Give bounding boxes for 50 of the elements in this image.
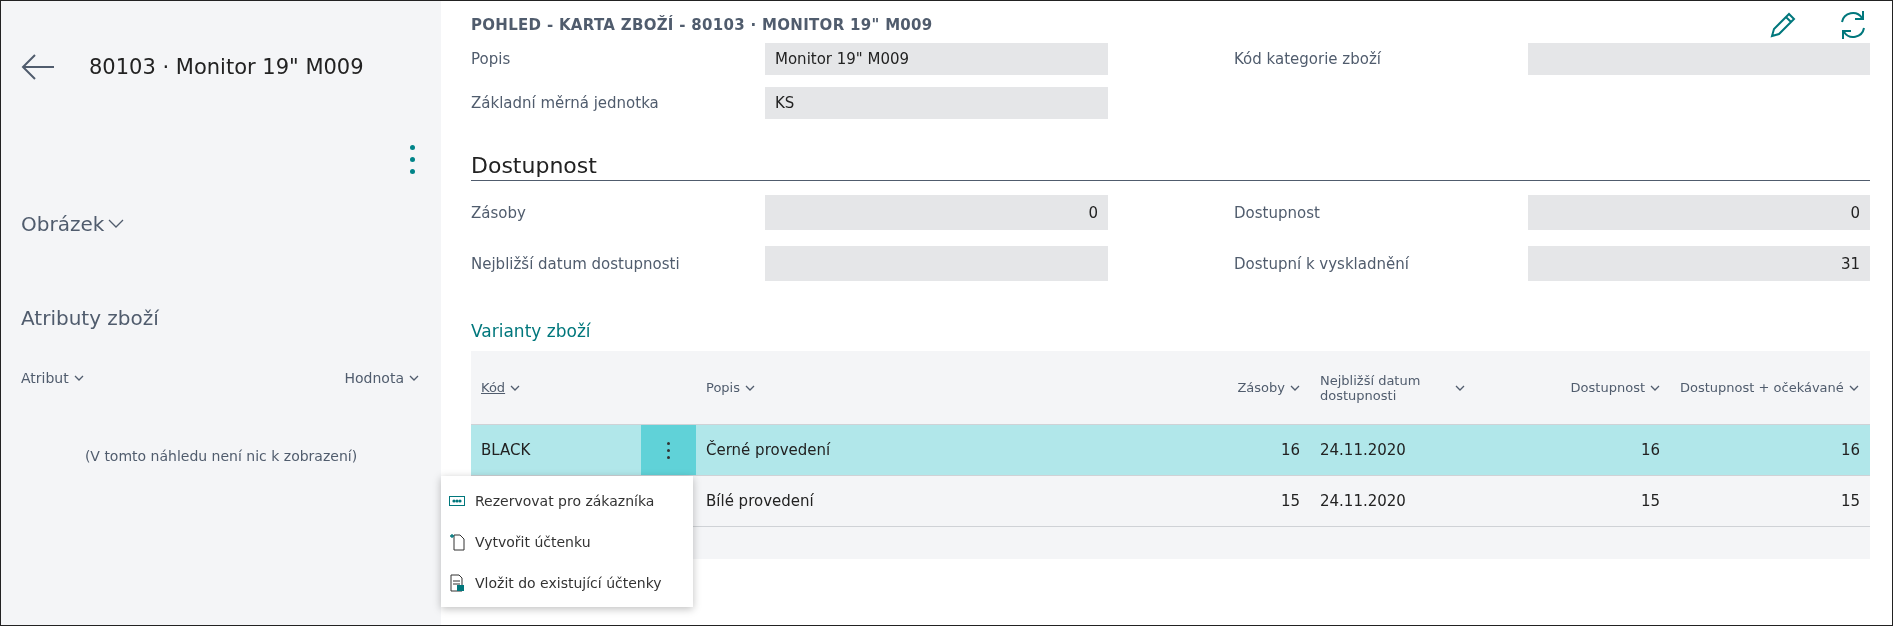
field-label: Nejbližší datum dostupnosti [471,254,681,273]
column-header[interactable]: Hodnota [344,370,419,386]
chevron-down-icon [510,384,521,391]
document-insert-icon [449,573,465,592]
page-title: POHLED - KARTA ZBOŽÍ - 80103 · MONITOR 19" M009 [471,16,934,34]
menu-item[interactable]: Vložit do existující účtenky [441,562,693,603]
menu-item[interactable]: Vytvořit účtenku [441,521,693,562]
table-cell: 24.11.2020 [1310,425,1520,476]
chevron-down-icon [744,384,755,391]
table-cell: BLACK [471,425,641,476]
reserve-icon [449,495,465,506]
subpage-heading: Varianty zboží [471,321,592,341]
field-label: Popis [471,50,512,68]
field-value[interactable]: 0 [1528,195,1870,230]
field-value[interactable]: Monitor 19" M009 [765,43,1108,75]
new-document-icon [449,532,465,551]
chevron-down-icon [1455,384,1465,391]
field-label: Zásoby [471,203,527,222]
field-value[interactable] [765,246,1108,281]
table-cell: 16 [1670,425,1870,476]
table-cell: Bílé provedení [696,476,1200,527]
item-title: 80103 · Monitor 19" M009 [89,55,364,79]
chevron-down-icon [1848,384,1859,391]
table-cell: 16 [1200,425,1310,476]
table-cell: 15 [1200,476,1310,527]
chevron-down-icon [409,375,419,381]
chevron-down-icon [73,375,84,381]
table-cell: 16 [1520,425,1670,476]
field-label: Kód kategorie zboží [1234,50,1382,68]
table-cell: 24.11.2020 [1310,476,1520,527]
field-value[interactable]: 31 [1528,246,1870,281]
chevron-down-icon [1650,384,1660,391]
field-value[interactable] [1528,43,1870,75]
chevron-down-icon [1290,384,1300,391]
table-cell: 15 [1670,476,1870,527]
field-value[interactable]: KS [765,87,1108,119]
menu-item[interactable]: Rezervovat pro zákazníka [441,480,693,521]
column-header[interactable]: Atribut [21,370,84,386]
table-cell: Černé provedení [696,425,1200,476]
chevron-down-icon [108,219,125,229]
empty-message: (V tomto náhledu není nic k zobrazení) [84,448,358,464]
table-cell: 15 [1520,476,1670,527]
field-label: Dostupní k vyskladnění [1234,254,1410,273]
field-label: Dostupnost [1234,203,1321,222]
factbox-heading: Atributy zboží [21,306,160,330]
back-arrow-icon[interactable] [21,53,55,81]
section-heading: Dostupnost [471,153,1870,181]
field-label: Základní měrná jednotka [471,94,660,112]
factbox-toggle[interactable]: Obrázek [21,212,441,236]
field-value[interactable]: 0 [765,195,1108,230]
